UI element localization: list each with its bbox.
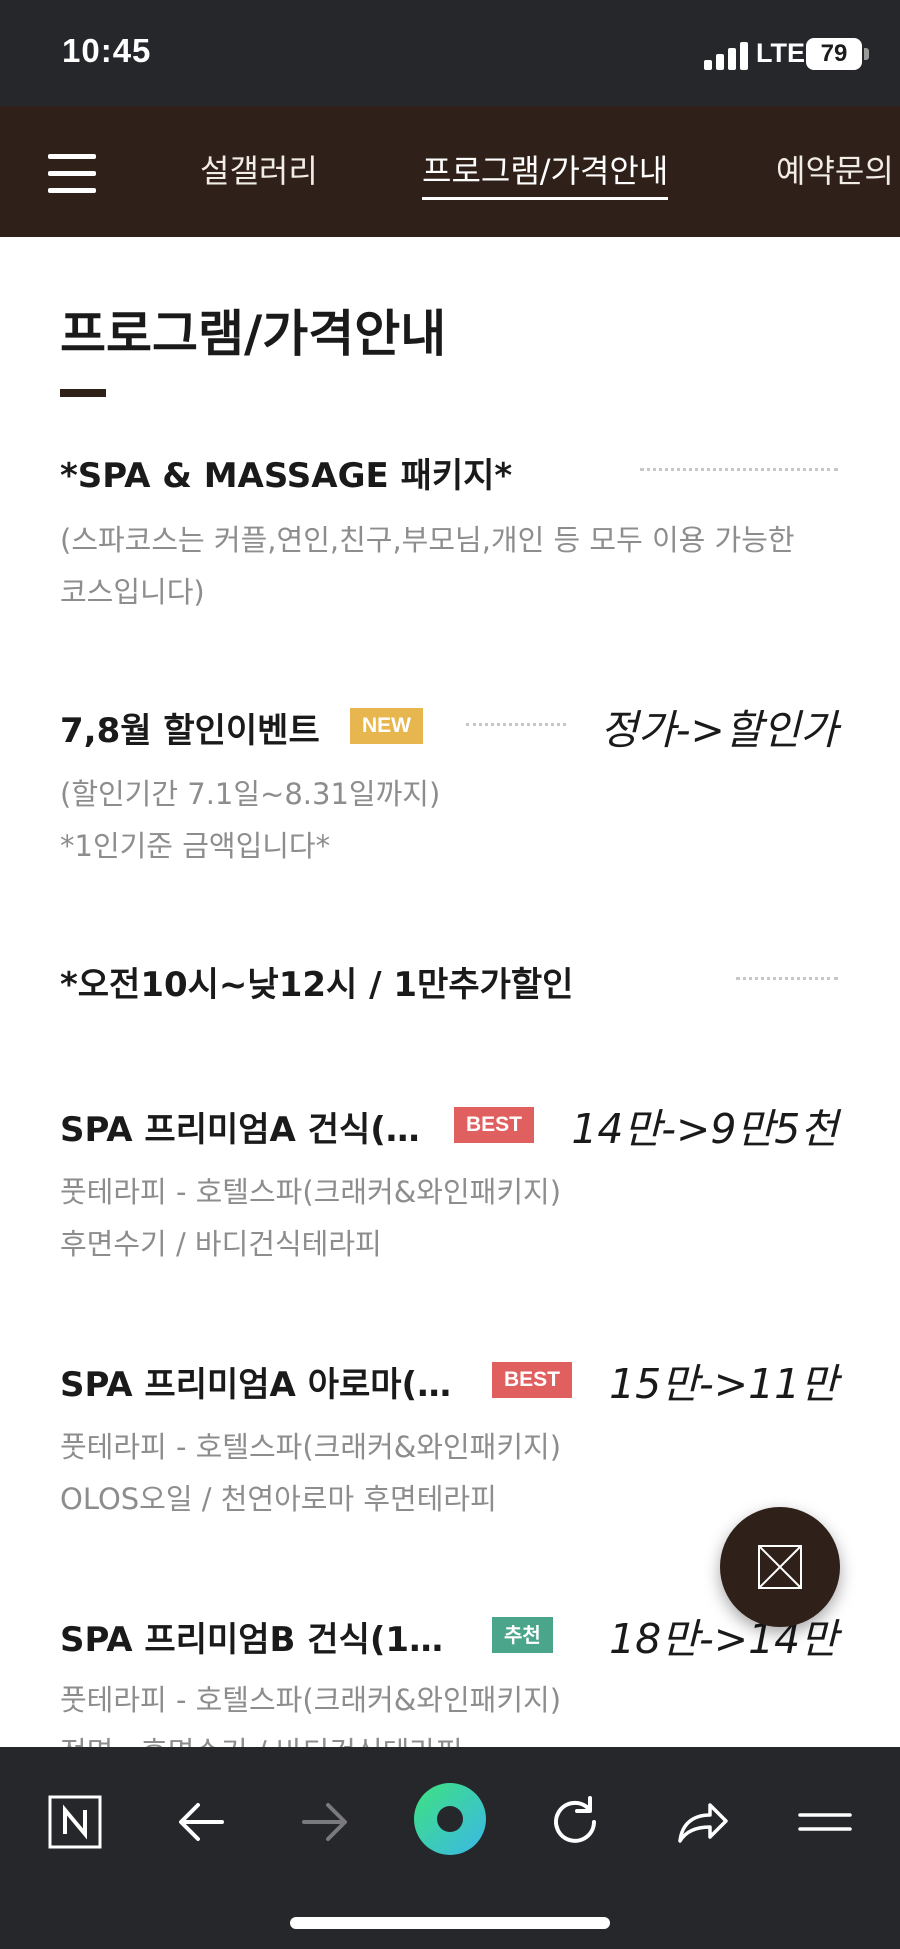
network-label: LTE xyxy=(756,38,805,68)
status-bar: 10:45 LTE 79 xyxy=(0,0,900,106)
program-name[interactable]: SPA 프리미엄B 건식(1… xyxy=(60,1612,443,1661)
nav-item-program-price[interactable]: 프로그램/가격안내 xyxy=(422,146,669,200)
price-header: 정가->할인가 xyxy=(600,706,838,754)
nav-item-reservation[interactable]: 예약문의 xyxy=(776,146,894,192)
dotted-divider xyxy=(466,723,566,726)
package-desc-line2: 코스입니다) xyxy=(60,575,205,609)
program-desc-line2: 후면수기 / 바디건식테라피 xyxy=(60,1227,382,1261)
event-note: *1인기준 금액입니다* xyxy=(60,829,331,863)
refresh-icon[interactable] xyxy=(540,1787,610,1857)
program-price: 15만->11만 xyxy=(609,1360,838,1408)
back-arrow-icon[interactable] xyxy=(166,1787,236,1857)
program-name[interactable]: SPA 프리미엄A 아로마(… xyxy=(60,1357,451,1406)
hamburger-menu-icon[interactable] xyxy=(48,154,96,194)
program-price: 14만->9만5천 xyxy=(571,1105,838,1153)
event-period: (할인기간 7.1일~8.31일까지) xyxy=(60,777,441,811)
program-desc-line2: OLOS오일 / 천연아로마 후면테라피 xyxy=(60,1482,497,1516)
nav-item-gallery[interactable]: 설갤러리 xyxy=(200,146,318,192)
dotted-divider xyxy=(736,977,838,980)
forward-arrow-icon[interactable] xyxy=(290,1787,360,1857)
new-badge: NEW xyxy=(350,708,423,744)
page-title: 프로그램/가격안내 xyxy=(60,305,447,363)
program-desc-line1: 풋테라피 - 호텔스파(크래커&와인패키지) xyxy=(60,1175,562,1209)
naver-n-icon[interactable] xyxy=(40,1787,110,1857)
program-desc-line1: 풋테라피 - 호텔스파(크래커&와인패키지) xyxy=(60,1683,562,1717)
menu-icon[interactable] xyxy=(790,1787,860,1857)
best-badge: BEST xyxy=(492,1362,573,1398)
share-icon[interactable] xyxy=(666,1787,736,1857)
green-dot-icon[interactable] xyxy=(412,1781,488,1857)
battery-icon: 79 xyxy=(806,38,862,70)
home-indicator xyxy=(290,1917,610,1929)
signal-icon xyxy=(704,42,748,70)
program-desc-line1: 풋테라피 - 호텔스파(크래커&와인패키지) xyxy=(60,1430,562,1464)
nav-header: 설갤러리 프로그램/가격안내 예약문의 xyxy=(0,106,900,237)
recommend-badge: 추천 xyxy=(492,1617,553,1653)
best-badge: BEST xyxy=(454,1107,535,1143)
floating-contact-button[interactable] xyxy=(720,1507,840,1627)
morning-discount-title: *오전10시~낮12시 / 1만추가할인 xyxy=(60,965,574,1005)
battery-tip xyxy=(864,48,869,60)
event-title: 7,8월 할인이벤트 xyxy=(60,711,320,751)
package-desc-line1: (스파코스는 커플,연인,친구,부모님,개인 등 모두 이용 가능한 xyxy=(60,523,795,557)
dotted-divider xyxy=(640,468,838,471)
program-desc-line2: 전면 · 후면수기 / 바디건식테라피 xyxy=(60,1726,463,1747)
program-name[interactable]: SPA 프리미엄A 건식(… xyxy=(60,1102,420,1151)
package-title: *SPA & MASSAGE 패키지* xyxy=(60,456,513,496)
image-placeholder-icon xyxy=(758,1545,802,1589)
title-underline xyxy=(60,389,106,397)
status-time: 10:45 xyxy=(62,32,152,69)
